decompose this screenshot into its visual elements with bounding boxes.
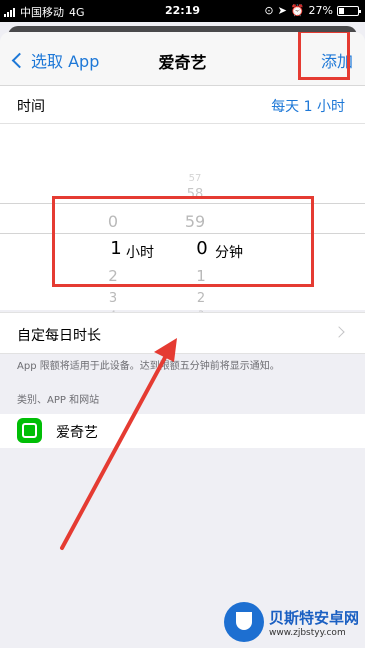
custom-daily-row[interactable]: 自定每日时长 [0, 312, 365, 354]
battery-fill [339, 7, 344, 14]
custom-daily-label: 自定每日时长 [17, 328, 101, 344]
lock-rotation-icon: ⊙ [264, 4, 274, 17]
minutes-below-2: 2 [196, 291, 206, 306]
watermark-url: www.zjbstyy.com [268, 627, 346, 638]
status-bar: 中国移动 4G 22:19 ⊙ ➤ ⏰ 27% [0, 0, 365, 22]
alarm-icon: ⏰ [290, 4, 305, 17]
chevron-right-icon [333, 326, 345, 338]
watermark-logo-icon [223, 602, 264, 642]
time-value: 每天 1 小时 [271, 99, 345, 115]
app-row[interactable]: 爱奇艺 [0, 414, 365, 448]
watermark-name: 贝斯特安卓网 [268, 608, 359, 627]
highlight-box-picker [52, 196, 314, 287]
section-header: 类别、APP 和网站 [17, 395, 100, 406]
time-row[interactable]: 时间 每天 1 小时 [0, 86, 365, 124]
battery-percent: 27% [308, 4, 333, 17]
highlight-box-add [298, 32, 350, 80]
time-label: 时间 [17, 99, 45, 115]
watermark: 贝斯特安卓网 www.zjbstyy.com [223, 602, 359, 642]
hours-below-2: 3 [108, 291, 118, 306]
minutes-above-3: 57 [188, 173, 202, 184]
battery-icon [337, 5, 361, 16]
navigation-bar: 选取 App 爱奇艺 添加 [0, 32, 365, 86]
iqiyi-icon [17, 418, 42, 443]
limit-note: App 限额将适用于此设备。达到限额五分钟前将显示通知。 [17, 361, 280, 372]
app-name: 爱奇艺 [56, 425, 98, 441]
location-icon: ➤ [277, 4, 287, 17]
